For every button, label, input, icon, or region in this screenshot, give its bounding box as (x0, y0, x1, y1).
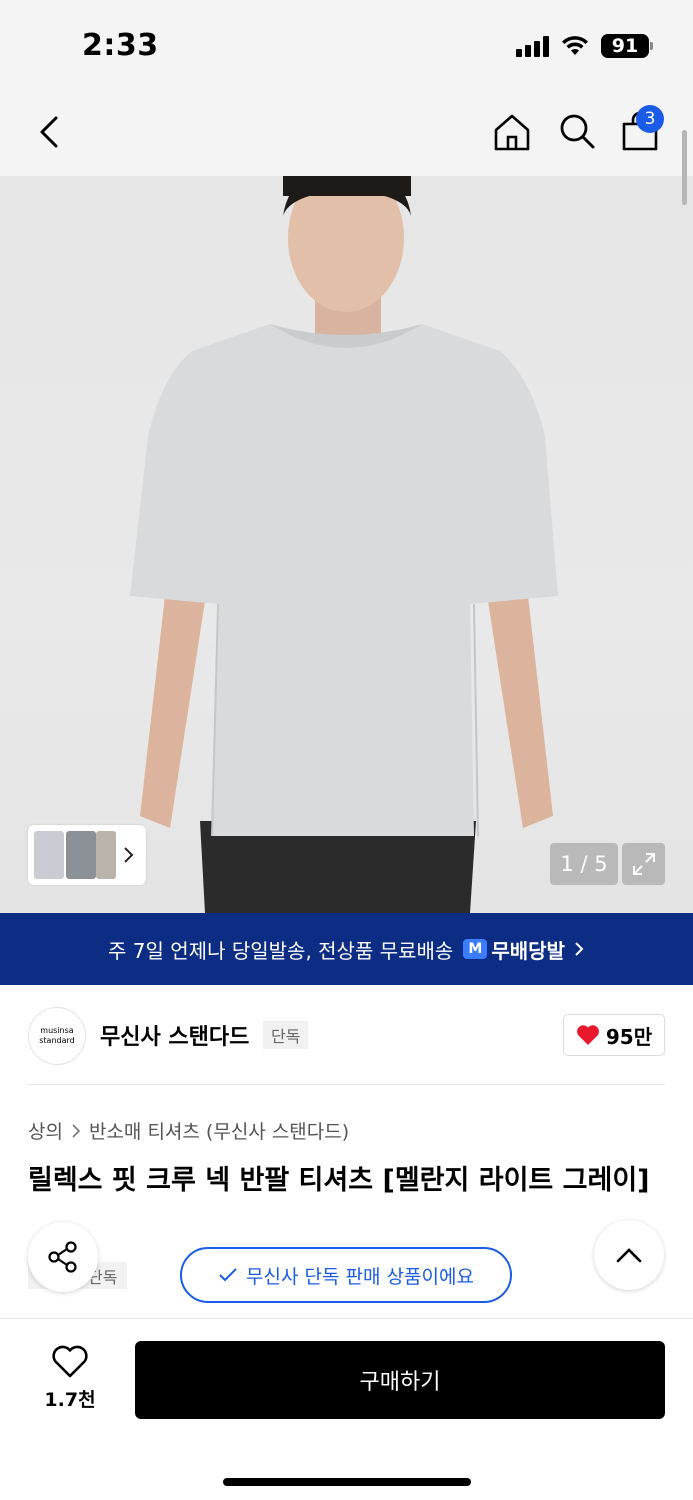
exclusive-sale-label: 무신사 단독 판매 상품이에요 (246, 1265, 474, 1288)
thumbnail-strip[interactable] (28, 825, 146, 885)
breadcrumb-category[interactable]: 상의 (28, 1117, 63, 1144)
cellular-signal-icon (516, 35, 549, 57)
brand-logo-line1: musinsa (40, 1026, 74, 1035)
scroll-to-top-button[interactable] (594, 1220, 664, 1290)
product-photo (130, 176, 558, 913)
breadcrumb: 상의 반소매 티셔츠 (무신사 스탠다드) (28, 1117, 349, 1144)
brand-like-count: 95만 (605, 1024, 653, 1049)
heart-outline-icon (52, 1345, 88, 1378)
search-icon[interactable] (555, 110, 599, 154)
chevron-up-icon (616, 1248, 642, 1263)
status-bar: 2:33 91 (0, 0, 693, 88)
product-image[interactable] (0, 176, 693, 913)
brand-logo[interactable]: musinsa standard (28, 1007, 86, 1065)
scrollbar[interactable] (682, 130, 687, 205)
expand-image-button[interactable] (622, 843, 665, 885)
wishlist-count: 1.7천 (44, 1389, 96, 1411)
breadcrumb-subcategory[interactable]: 반소매 티셔츠 (무신사 스탠다드) (89, 1117, 349, 1144)
exclusive-sale-pill[interactable]: 무신사 단독 판매 상품이에요 (180, 1247, 512, 1303)
brand-name[interactable]: 무신사 스탠다드 (100, 1019, 249, 1051)
check-icon (219, 1268, 237, 1282)
home-icon[interactable] (490, 110, 534, 154)
heart-filled-icon (576, 1025, 599, 1045)
chevron-right-icon (72, 1123, 81, 1138)
thumbnail-image[interactable] (66, 831, 96, 879)
home-indicator[interactable] (223, 1478, 471, 1486)
bottom-purchase-bar: 1.7천 구매하기 (0, 1318, 693, 1500)
divider (28, 1084, 665, 1085)
back-icon[interactable] (32, 110, 72, 154)
thumbnail-image[interactable] (96, 831, 116, 879)
wishlist-button[interactable]: 1.7천 (30, 1345, 110, 1415)
wifi-icon (562, 36, 588, 55)
delivery-banner[interactable]: 주 7일 언제나 당일발송, 전상품 무료배송 M 무배당발 (0, 913, 693, 985)
share-icon (48, 1241, 77, 1273)
battery-icon: 91 (601, 34, 653, 58)
delivery-banner-text: 주 7일 언제나 당일발송, 전상품 무료배송 (108, 938, 454, 963)
image-page-counter: 1 / 5 (550, 843, 618, 885)
buy-button[interactable]: 구매하기 (135, 1341, 665, 1419)
chevron-right-icon (575, 942, 584, 956)
expand-icon (632, 853, 655, 875)
cart-count-badge: 3 (636, 105, 664, 133)
musinsa-delivery-logo: M (463, 939, 488, 959)
brand-logo-line2: standard (39, 1036, 75, 1045)
status-time: 2:33 (82, 28, 159, 63)
chevron-right-icon[interactable] (121, 843, 137, 867)
delivery-brand-label: 무배당발 (491, 938, 565, 963)
share-button[interactable] (28, 1222, 98, 1292)
status-indicators: 91 (516, 33, 653, 59)
brand-like-button[interactable]: 95만 (563, 1014, 665, 1056)
product-title: 릴렉스 핏 크루 넥 반팔 티셔츠 [멜란지 라이트 그레이] (28, 1165, 650, 1196)
top-nav-bar (0, 88, 693, 176)
thumbnail-image[interactable] (34, 831, 64, 879)
exclusive-tag: 단독 (263, 1021, 309, 1049)
